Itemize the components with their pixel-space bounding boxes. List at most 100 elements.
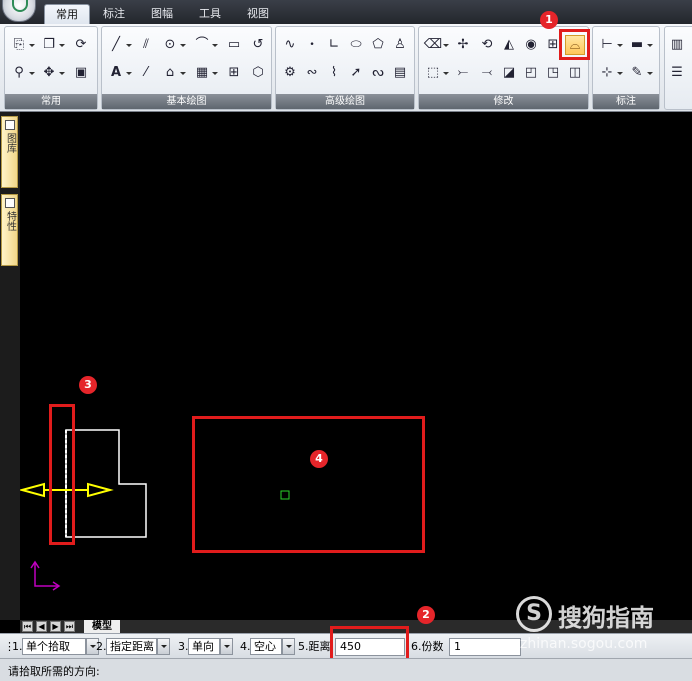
tab-drawing-frame[interactable]: 图幅 (144, 4, 180, 24)
image-icon[interactable]: ⬡ (248, 63, 268, 83)
option1-label: 1. (12, 640, 23, 653)
palette-tab-library[interactable]: 图库 (1, 116, 18, 188)
chevron-down-icon[interactable] (220, 638, 233, 655)
pick-mode-select[interactable]: 单个拾取 (22, 638, 99, 655)
polygon-icon[interactable]: ⬠ (368, 35, 388, 55)
fill-mode-select[interactable]: 空心 (250, 638, 295, 655)
left-palette-bar: 图库 特性 (0, 112, 20, 620)
polyline-icon[interactable]: ↺ (248, 35, 268, 55)
zoom-icon[interactable]: ⚲ (9, 63, 35, 83)
grid-icon[interactable]: ⊞ (224, 63, 244, 83)
erase-icon[interactable]: ⌫ (423, 35, 449, 55)
group-label-dimension: 标注 (593, 94, 659, 109)
dimension-style-icon[interactable]: ▬ (627, 35, 653, 55)
last-layout-icon[interactable]: ⏭ (64, 621, 75, 632)
move-icon[interactable]: ✢ (453, 35, 473, 55)
edit-dimension-icon[interactable]: ✎ (627, 63, 653, 83)
circle-icon[interactable]: ⊙ (160, 35, 186, 55)
ucs-icon (34, 562, 59, 587)
rectangle-icon[interactable]: ▭ (224, 35, 244, 55)
option4-label: 4. (240, 640, 251, 653)
dimension-angle-icon[interactable]: ∟ (324, 35, 344, 55)
text-icon[interactable]: A (106, 63, 132, 83)
copy-icon[interactable]: ❐ (39, 35, 65, 55)
right-direction-arrow-icon[interactable] (87, 482, 114, 498)
callout-box-distance-input (330, 626, 409, 662)
rotate-icon[interactable]: ⟲ (477, 35, 497, 55)
option2-label: 2. (96, 640, 107, 653)
drawing-canvas[interactable]: 3 4 (20, 112, 692, 620)
chamfer-icon[interactable]: ◳ (543, 63, 563, 83)
callout-box-selected-edge (49, 404, 75, 545)
spring-icon[interactable]: ᔓ (368, 63, 388, 83)
wave-line-icon[interactable]: ∾ (302, 63, 322, 83)
line-icon[interactable]: ╱ (106, 35, 132, 55)
arc-icon[interactable]: ⌒ (192, 35, 218, 55)
option3-label: 3. (178, 640, 189, 653)
callout-box-offset-tool (559, 29, 590, 60)
menu-icon[interactable]: ☰ (667, 63, 687, 83)
chevron-down-icon[interactable] (282, 638, 295, 655)
direction-mode-value: 单向 (192, 640, 214, 653)
pan-icon[interactable]: ✥ (39, 63, 65, 83)
callout-box-pick-area (192, 416, 425, 553)
library-icon (4, 120, 15, 130)
layer-icon[interactable]: ▣ (71, 63, 91, 83)
callout-number-1: 1 (540, 11, 558, 29)
group-label-advanced-draw: 高级绘图 (276, 94, 414, 109)
direction-mode-select[interactable]: 单向 (188, 638, 233, 655)
tab-common[interactable]: 常用 (44, 4, 90, 24)
app-logo-icon (12, 0, 28, 12)
point-icon[interactable]: • (302, 35, 322, 55)
callout-number-3: 3 (79, 376, 97, 394)
explode-icon[interactable]: ◫ (565, 63, 585, 83)
hatch-icon[interactable]: ▦ (192, 63, 218, 83)
tab-model[interactable]: 模型 (84, 620, 120, 633)
break-line-icon[interactable]: ⌇ (324, 63, 344, 83)
gear-icon[interactable]: ⚙ (280, 63, 300, 83)
distance-label: 5.距离 (298, 640, 331, 653)
left-direction-arrow-icon[interactable] (20, 482, 45, 498)
callout-number-2: 2 (417, 606, 435, 624)
count-input[interactable]: 1 (449, 638, 521, 656)
tab-tools[interactable]: 工具 (192, 4, 228, 24)
trim-icon[interactable]: ⬚ (423, 63, 449, 83)
new-file-icon[interactable]: ⎘ (9, 35, 35, 55)
watermark-url: zhinan.sogou.com (520, 636, 648, 652)
application-menu-button[interactable] (2, 0, 36, 22)
tab-dimension[interactable]: 标注 (96, 4, 132, 24)
previous-layout-icon[interactable]: ◀ (36, 621, 47, 632)
spline-icon[interactable]: ∿ (280, 35, 300, 55)
group-label-common: 常用 (5, 94, 97, 109)
group-common: ⎘ ❐ ⟳ ⚲ ✥ ▣ 常用 (4, 26, 98, 110)
coordinate-dimension-icon[interactable]: ⊹ (597, 63, 623, 83)
stretch-icon[interactable]: ◪ (499, 63, 519, 83)
ellipse-icon[interactable]: ⬭ (346, 35, 366, 55)
centerline-icon[interactable]: ⁄ (136, 63, 156, 83)
group-dimension: ⊢ ▬ ⊹ ✎ 标注 (592, 26, 660, 110)
mirror-icon[interactable]: ◭ (499, 35, 519, 55)
scale-icon[interactable]: ◉ (521, 35, 541, 55)
properties-icon[interactable]: ▥ (667, 35, 687, 55)
sogou-logo-icon: S (516, 596, 552, 632)
group-label-modify: 修改 (419, 94, 588, 109)
refresh-icon[interactable]: ⟳ (71, 35, 91, 55)
chevron-down-icon[interactable] (157, 638, 170, 655)
first-layout-icon[interactable]: ⏮ (22, 621, 33, 632)
tab-view[interactable]: 视图 (240, 4, 276, 24)
break-icon[interactable]: ⤙ (477, 63, 497, 83)
properties-icon (4, 198, 15, 208)
fillet-icon[interactable]: ◰ (521, 63, 541, 83)
next-layout-icon[interactable]: ▶ (50, 621, 61, 632)
symbol-icon[interactable]: ♙ (390, 35, 410, 55)
part-outline[interactable] (65, 429, 147, 538)
block-icon[interactable]: ⌂ (160, 63, 186, 83)
table-icon[interactable]: ▤ (390, 63, 410, 83)
command-prompt-bar: 请拾取所需的方向: (0, 658, 692, 681)
extend-icon[interactable]: ⤚ (453, 63, 473, 83)
arrow-icon[interactable]: ➚ (346, 63, 366, 83)
parallel-line-icon[interactable]: ⫽ (136, 35, 156, 55)
linear-dimension-icon[interactable]: ⊢ (597, 35, 623, 55)
distance-mode-select[interactable]: 指定距离 (106, 638, 170, 655)
palette-tab-properties[interactable]: 特性 (1, 194, 18, 266)
